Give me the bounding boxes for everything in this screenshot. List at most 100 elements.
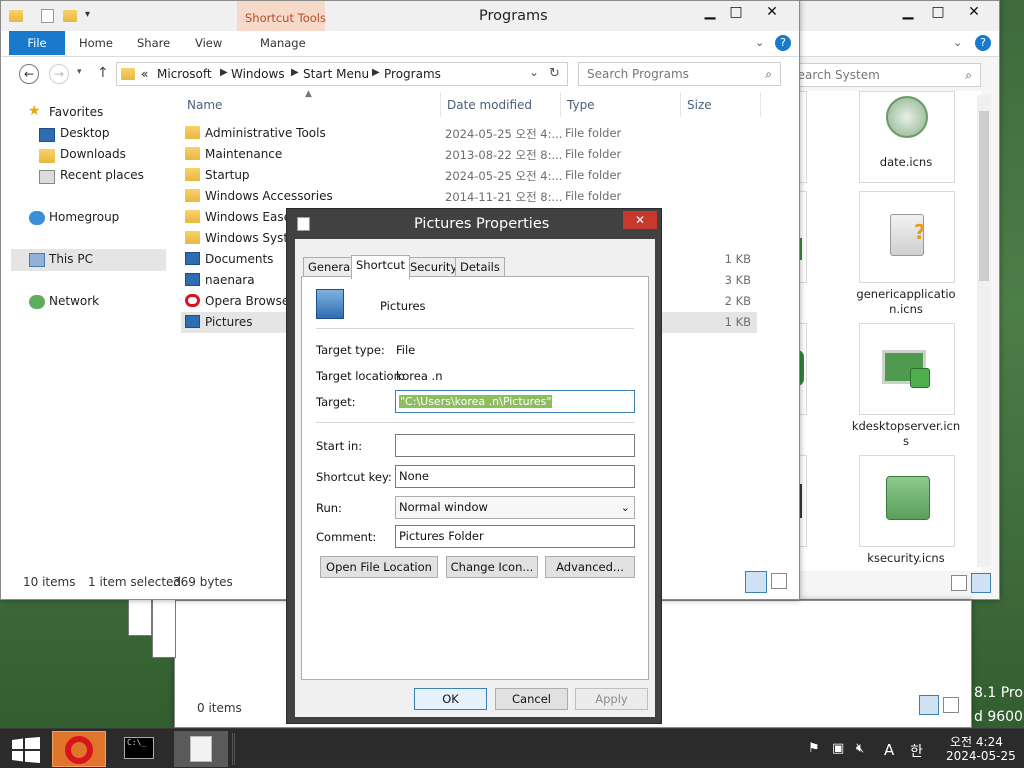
help-icon[interactable]: ?: [775, 35, 791, 51]
ime-mode-icon[interactable]: A: [884, 741, 894, 759]
search-input[interactable]: Search Programs ⌕: [578, 62, 781, 86]
breadcrumb-item[interactable]: Programs: [384, 67, 441, 81]
recent-locations-icon[interactable]: ▾: [77, 67, 82, 77]
refresh-icon[interactable]: ↻: [549, 66, 560, 81]
maximize-icon[interactable]: □: [923, 1, 953, 23]
column-header-name[interactable]: Name: [181, 93, 441, 117]
tab-view[interactable]: View: [181, 31, 236, 55]
close-icon[interactable]: ✕: [749, 1, 795, 23]
tab-share[interactable]: Share: [123, 31, 184, 55]
file-tile-kdesktopserver[interactable]: [859, 323, 955, 415]
taskbar-opera[interactable]: [52, 731, 106, 767]
comment-field[interactable]: Pictures Folder: [395, 525, 635, 548]
question-icon: ?: [914, 220, 926, 244]
volume-muted-icon[interactable]: 🔇︎: [856, 741, 864, 756]
quick-access-dropdown-icon[interactable]: ▾: [85, 9, 90, 20]
change-icon-button[interactable]: Change Icon...: [446, 556, 538, 578]
apply-button[interactable]: Apply: [575, 688, 648, 710]
close-icon[interactable]: ✕: [951, 1, 997, 23]
file-name: Windows Accessories: [205, 189, 333, 203]
view-large-icons-icon[interactable]: [971, 573, 991, 593]
nav-desktop[interactable]: Desktop: [60, 126, 110, 140]
system-search-input[interactable]: Search System ⌕: [781, 63, 981, 87]
tab-shortcut[interactable]: Shortcut: [351, 255, 410, 279]
shortcut-key-field[interactable]: None: [395, 465, 635, 488]
address-dropdown-icon[interactable]: ⌄: [529, 65, 539, 79]
new-folder-icon[interactable]: [63, 10, 77, 22]
system-explorer-window[interactable]: ▁ □ ✕ ⌄ ? Search System ⌕ cns date.icns …: [711, 0, 1000, 600]
scrollbar[interactable]: [977, 95, 991, 567]
target-field[interactable]: "C:\Users\korea .n\Pictures": [395, 390, 635, 413]
nav-thispc[interactable]: This PC: [49, 252, 93, 266]
breadcrumb-item[interactable]: Windows: [231, 67, 285, 81]
column-header-date[interactable]: Date modified: [441, 93, 561, 117]
view-details-icon[interactable]: [919, 695, 939, 715]
close-icon[interactable]: ✕: [623, 211, 657, 229]
tab-home[interactable]: Home: [65, 31, 127, 55]
network-status-icon[interactable]: ▣: [832, 741, 844, 756]
chevron-down-icon[interactable]: ⌄: [755, 36, 764, 49]
taskbar-cmd[interactable]: C:\_: [112, 731, 168, 767]
system-titlebar[interactable]: ▁ □ ✕: [781, 1, 999, 31]
up-arrow-icon[interactable]: ↑: [97, 65, 109, 81]
maximize-icon[interactable]: □: [721, 1, 751, 23]
minimize-icon[interactable]: ▁: [893, 1, 923, 23]
clock-time[interactable]: 오전 4:24: [950, 733, 1003, 750]
file-row[interactable]: Maintenance 2013-08-22 오전 8:... File folde…: [181, 144, 757, 165]
nav-network[interactable]: Network: [49, 294, 99, 308]
search-icon[interactable]: ⌕: [965, 64, 972, 86]
chevron-down-icon[interactable]: ⌄: [621, 497, 630, 518]
forward-arrow-icon[interactable]: →: [49, 64, 69, 84]
view-details-icon[interactable]: [745, 571, 767, 593]
help-icon[interactable]: ?: [975, 35, 991, 51]
file-row[interactable]: Administrative Tools 2024-05-25 오전 4:... F…: [181, 123, 757, 144]
breadcrumb-prefix[interactable]: «: [141, 67, 148, 81]
file-row[interactable]: Startup 2024-05-25 오전 4:... File folder: [181, 165, 757, 186]
breadcrumb-item[interactable]: Start Menu: [303, 67, 369, 81]
view-details-icon[interactable]: [951, 575, 967, 591]
clock-date[interactable]: 2024-05-25: [946, 749, 1016, 763]
breadcrumb-separator-icon[interactable]: ▶: [220, 67, 228, 78]
breadcrumb-separator-icon[interactable]: ▶: [372, 67, 380, 78]
open-file-location-button[interactable]: Open File Location: [320, 556, 438, 578]
start-button[interactable]: [6, 731, 46, 767]
dialog-titlebar[interactable]: Pictures Properties ✕: [287, 209, 661, 239]
properties-icon[interactable]: [41, 9, 54, 23]
properties-dialog[interactable]: Pictures Properties ✕ General Shortcut S…: [286, 208, 662, 724]
address-bar[interactable]: « Microsoft ▶ Windows ▶ Start Menu ▶ Pro…: [116, 62, 568, 86]
flag-icon[interactable]: ⚑: [808, 741, 820, 756]
taskbar-file[interactable]: [174, 731, 228, 767]
back-arrow-icon[interactable]: ←: [19, 64, 39, 84]
language-icon[interactable]: 한: [910, 741, 923, 761]
chevron-down-icon[interactable]: ⌄: [953, 36, 962, 49]
nav-recent-places[interactable]: Recent places: [60, 168, 144, 182]
breadcrumb-item[interactable]: Microsoft: [157, 67, 212, 81]
tab-file[interactable]: File: [9, 31, 65, 55]
titlebar[interactable]: ▾ Shortcut Tools Programs ▁ □ ✕: [1, 1, 799, 31]
advanced-button[interactable]: Advanced...: [545, 556, 635, 578]
nav-homegroup[interactable]: Homegroup: [49, 210, 119, 224]
small-window-fragment[interactable]: [152, 598, 176, 658]
scroll-thumb[interactable]: [979, 111, 989, 281]
start-in-field[interactable]: [395, 434, 635, 457]
column-header-size[interactable]: Size: [681, 93, 761, 117]
target-location-label: Target location:: [316, 369, 405, 383]
cancel-button[interactable]: Cancel: [495, 688, 568, 710]
file-tile-ksecurity[interactable]: [859, 455, 955, 547]
view-large-icons-icon[interactable]: [943, 697, 959, 713]
ok-button[interactable]: OK: [414, 688, 487, 710]
file-row[interactable]: Windows Accessories 2014-11-21 오전 8:... Fi…: [181, 186, 757, 207]
tab-security[interactable]: Security: [405, 257, 463, 277]
nav-favorites[interactable]: Favorites: [49, 105, 103, 119]
small-window-fragment[interactable]: [128, 598, 152, 636]
breadcrumb-separator-icon[interactable]: ▶: [291, 67, 299, 78]
nav-downloads[interactable]: Downloads: [60, 147, 126, 161]
run-select[interactable]: Normal window ⌄: [395, 496, 635, 519]
tab-manage[interactable]: Manage: [246, 31, 320, 55]
column-header-type[interactable]: Type: [561, 93, 681, 117]
file-tile-genericapp[interactable]: ?: [859, 191, 955, 283]
folder-icon: [185, 126, 200, 139]
search-icon[interactable]: ⌕: [765, 63, 772, 85]
view-large-icons-icon[interactable]: [771, 573, 787, 589]
tab-details[interactable]: Details: [455, 257, 505, 277]
